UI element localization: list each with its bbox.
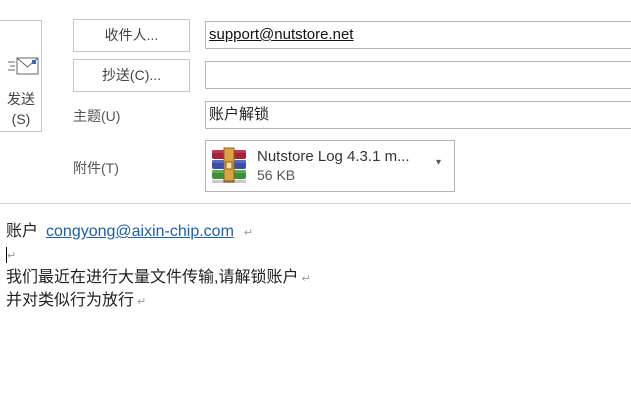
- attachment-size: 56 KB: [257, 167, 296, 183]
- body-allow-text: 并对类似行为放行: [6, 292, 135, 309]
- to-button[interactable]: 收件人...: [73, 19, 190, 52]
- paragraph-mark: ↵: [243, 227, 254, 239]
- cc-field[interactable]: [205, 61, 631, 89]
- to-recipient[interactable]: support@nutstore.net: [209, 26, 353, 43]
- body-line-empty: ↵: [6, 243, 311, 266]
- subject-field[interactable]: 账户解锁: [205, 101, 631, 129]
- to-field[interactable]: support@nutstore.net: [205, 21, 631, 49]
- message-body[interactable]: 账户 congyong@aixin-chip.com ↵ ↵ 我们最近在进行大量文件…: [6, 220, 311, 312]
- header-divider: [0, 203, 631, 204]
- body-account-text: 账户: [6, 223, 39, 240]
- paragraph-mark: ↵: [301, 273, 311, 285]
- paragraph-mark: ↵: [7, 250, 17, 262]
- subject-label: 主题(U): [73, 108, 121, 124]
- winrar-archive-icon: [212, 147, 246, 183]
- attachment-label: 附件(T): [73, 160, 119, 176]
- body-email-link[interactable]: congyong@aixin-chip.com: [46, 223, 234, 240]
- body-line-allow: 并对类似行为放行 ↵: [6, 289, 311, 312]
- send-button[interactable]: 发送 (S): [0, 20, 42, 132]
- body-line-request: 我们最近在进行大量文件传输,请解锁账户 ↵: [6, 266, 311, 289]
- send-shortcut-label: (S): [11, 111, 31, 127]
- body-request-text: 我们最近在进行大量文件传输,请解锁账户: [6, 269, 299, 286]
- cc-button[interactable]: 抄送(C)...: [73, 59, 190, 92]
- attachment-dropdown-icon[interactable]: ▾: [436, 157, 441, 168]
- body-line-account: 账户 congyong@aixin-chip.com ↵: [6, 220, 311, 243]
- send-envelope-icon: [8, 57, 39, 75]
- send-label: 发送: [7, 91, 35, 107]
- attachment-filename: Nutstore Log 4.3.1 m...: [257, 148, 410, 165]
- paragraph-mark: ↵: [137, 296, 147, 308]
- attachment-item[interactable]: Nutstore Log 4.3.1 m... 56 KB ▾: [205, 140, 455, 192]
